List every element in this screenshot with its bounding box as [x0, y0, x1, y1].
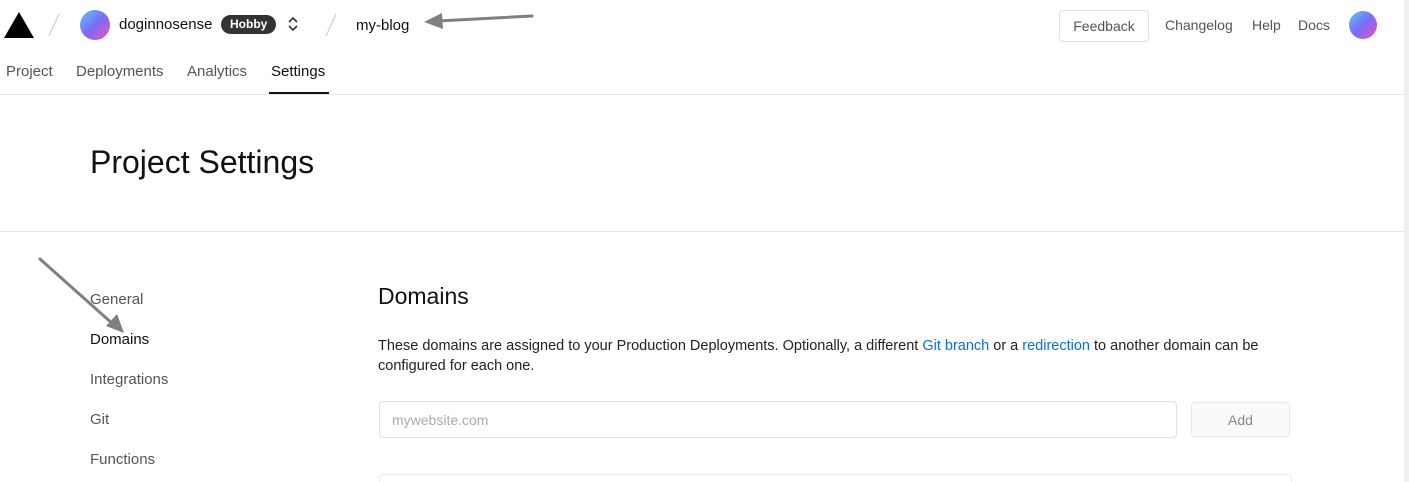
tab-project[interactable]: Project [6, 63, 53, 80]
breadcrumb-separator-icon [48, 13, 60, 37]
team-avatar[interactable] [80, 10, 110, 40]
changelog-link[interactable]: Changelog [1165, 17, 1233, 33]
domains-description: These domains are assigned to your Produ… [378, 336, 1298, 376]
chevron-up-down-icon[interactable] [286, 14, 300, 34]
project-name[interactable]: my-blog [356, 17, 409, 34]
sidebar-item-functions[interactable]: Functions [90, 451, 155, 468]
feedback-button[interactable]: Feedback [1059, 10, 1149, 42]
tab-deployments[interactable]: Deployments [76, 63, 164, 80]
domain-list-card [379, 474, 1292, 482]
active-tab-indicator [269, 92, 329, 94]
sidebar-item-integrations[interactable]: Integrations [90, 371, 168, 388]
top-navigation-bar: doginnosense Hobby my-blog Feedback Chan… [0, 0, 1409, 50]
page-scrollbar[interactable] [1404, 0, 1409, 482]
sidebar-item-general[interactable]: General [90, 291, 143, 308]
team-name[interactable]: doginnosense [119, 16, 212, 33]
add-domain-button[interactable]: Add [1191, 402, 1290, 437]
plan-badge: Hobby [221, 15, 277, 34]
description-text: or a [989, 338, 1023, 354]
project-tabs: Project Deployments Analytics Settings [0, 50, 1409, 95]
domains-section-title: Domains [378, 283, 469, 309]
description-text: These domains are assigned to your Produ… [378, 338, 923, 354]
tab-settings[interactable]: Settings [271, 63, 325, 80]
help-link[interactable]: Help [1252, 17, 1281, 33]
breadcrumb-separator-icon [325, 13, 337, 37]
sidebar-item-domains[interactable]: Domains [90, 331, 149, 348]
docs-link[interactable]: Docs [1298, 17, 1330, 33]
domain-input[interactable] [379, 401, 1177, 438]
redirection-link[interactable]: redirection [1022, 338, 1090, 354]
page-title: Project Settings [90, 144, 315, 180]
git-branch-link[interactable]: Git branch [922, 338, 989, 354]
vercel-project-settings-page: doginnosense Hobby my-blog Feedback Chan… [0, 0, 1409, 482]
vercel-logo-icon[interactable] [4, 12, 34, 38]
sidebar-item-git[interactable]: Git [90, 411, 109, 428]
tab-analytics[interactable]: Analytics [187, 63, 247, 80]
page-header: Project Settings [0, 95, 1409, 232]
user-avatar[interactable] [1349, 11, 1377, 39]
